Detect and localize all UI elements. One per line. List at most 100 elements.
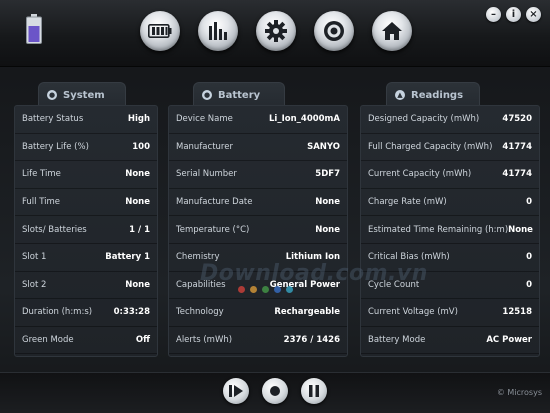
battery-row-label: Manufacturer	[176, 141, 233, 152]
system-row: Slot 1 Battery 1	[15, 244, 157, 272]
readings-row-value: 12518	[502, 307, 532, 318]
readings-row-label: Battery Mode	[368, 335, 426, 346]
app-window: – i × ● System Battery Status High Battery…	[0, 0, 550, 413]
readings-panel: Designed Capacity (mWh) 47520 Full Charged…	[360, 105, 540, 357]
battery-row: Technology Rechargeable	[169, 299, 347, 327]
system-row-label: Battery Status	[22, 114, 84, 125]
chart-nav-icon[interactable]	[198, 11, 238, 51]
info-button[interactable]: i	[506, 7, 521, 22]
system-row-value: Off	[135, 335, 150, 346]
watermark-dot	[286, 286, 293, 293]
info-glyph: i	[511, 8, 516, 20]
readings-row-label: Current Capacity (mWh)	[368, 169, 472, 180]
readings-row: Current Voltage (mV) 12518	[361, 299, 539, 327]
battery-row-label: Alerts (mWh)	[176, 335, 233, 346]
system-row: Battery Status High	[15, 106, 157, 134]
battery-row-value: SANYO	[307, 141, 340, 152]
system-row-label: Duration (h:m:s)	[22, 307, 93, 318]
system-row: Duration (h:m:s) 0:33:28	[15, 299, 157, 327]
readings-row-label: Charge Rate (mW)	[368, 197, 447, 208]
battery-row-label: Temperature (°C)	[176, 224, 250, 235]
battery-row-label: Device Name	[176, 114, 233, 125]
battery-row: Alerts (mWh) 2376 / 1426	[169, 327, 347, 355]
battery-row-value: 5DF7	[315, 169, 340, 180]
system-row: Battery Life (%) 100	[15, 134, 157, 162]
close-button[interactable]: ×	[526, 7, 541, 22]
system-row-label: Slot 1	[22, 252, 47, 263]
battery-row: Manufacture Date None	[169, 189, 347, 217]
watermark-dot	[262, 286, 269, 293]
system-row-label: Full Time	[22, 197, 61, 208]
readings-row: Full Charged Capacity (mWh) 41774	[361, 134, 539, 162]
readings-title: Readings	[411, 89, 464, 101]
watermark-dot	[274, 286, 281, 293]
battery-row-value: Li_Ion_4000mA	[269, 114, 340, 125]
tab-system[interactable]: ● System	[38, 82, 126, 107]
system-row: Green Mode Off	[15, 327, 157, 355]
readings-row-value: None	[508, 224, 533, 235]
play-resume-button[interactable]	[223, 378, 249, 404]
close-glyph: ×	[529, 8, 538, 20]
readings-row-value: 47520	[502, 114, 532, 125]
battery-row-label: Serial Number	[176, 169, 237, 180]
system-row-value: None	[125, 279, 150, 290]
battery-nav-icon[interactable]	[140, 11, 180, 51]
watermark-dots	[238, 286, 293, 293]
readings-row: Designed Capacity (mWh) 47520	[361, 106, 539, 134]
tab-battery[interactable]: ● Battery	[193, 82, 285, 107]
readings-row-value: 0	[526, 197, 532, 208]
readings-up-icon: ▲	[395, 90, 405, 100]
system-row-value: None	[125, 197, 150, 208]
system-icon: ●	[47, 90, 57, 100]
readings-row-value: 41774	[502, 169, 532, 180]
watermark: Download.com.vn	[200, 261, 428, 286]
readings-row: Charge Rate (mW) 0	[361, 189, 539, 217]
minimize-glyph: –	[491, 8, 496, 20]
system-row-value: 1 / 1	[129, 224, 150, 235]
battery-row: Temperature (°C) None	[169, 216, 347, 244]
system-row-label: Battery Life (%)	[22, 141, 89, 152]
readings-row-value: 0	[526, 279, 532, 290]
readings-row-value: 41774	[502, 141, 532, 152]
battery-title: Battery	[218, 89, 261, 101]
system-row-value: 0:33:28	[113, 307, 150, 318]
system-row-label: Green Mode	[22, 335, 74, 346]
readings-row-label: Current Voltage (mV)	[368, 307, 458, 318]
system-panel: Battery Status High Battery Life (%) 100 Lif…	[14, 105, 158, 357]
system-row-label: Slots/ Batteries	[22, 224, 87, 235]
minimize-button[interactable]: –	[486, 7, 501, 22]
stop-button[interactable]	[262, 378, 288, 404]
battery-row-label: Manufacture Date	[176, 197, 253, 208]
pause-button[interactable]	[301, 378, 327, 404]
system-row-value: High	[127, 114, 150, 125]
readings-row-value: 0	[526, 252, 532, 263]
settings-nav-icon[interactable]	[256, 11, 296, 51]
battery-tab-icon: ●	[202, 90, 212, 100]
copyright: © Microsys	[496, 388, 542, 397]
top-toolbar: – i ×	[0, 0, 550, 67]
battery-row: Serial Number 5DF7	[169, 161, 347, 189]
battery-row-value: None	[315, 197, 340, 208]
system-row-value: Battery 1	[105, 252, 150, 263]
system-row-label: Slot 2	[22, 279, 47, 290]
battery-row-label: Technology	[176, 307, 224, 318]
battery-row: Manufacturer SANYO	[169, 134, 347, 162]
system-row: Slot 2 None	[15, 272, 157, 300]
battery-row-value: 2376 / 1426	[283, 335, 340, 346]
watermark-dot	[250, 286, 257, 293]
watermark-dot	[238, 286, 245, 293]
system-row: Life Time None	[15, 161, 157, 189]
readings-row-value: AC Power	[486, 335, 532, 346]
tab-readings[interactable]: ▲ Readings	[386, 82, 480, 107]
home-nav-icon[interactable]	[372, 11, 412, 51]
readings-row: Current Capacity (mWh) 41774	[361, 161, 539, 189]
battery-row-value: None	[315, 224, 340, 235]
target-nav-icon[interactable]	[314, 11, 354, 51]
system-row-value: 100	[132, 141, 150, 152]
system-title: System	[63, 89, 105, 101]
battery-logo-icon	[26, 14, 42, 44]
readings-row: Estimated Time Remaining (h:m) None	[361, 216, 539, 244]
system-row: Full Time None	[15, 189, 157, 217]
readings-row-label: Estimated Time Remaining (h:m)	[368, 224, 509, 235]
readings-row-label: Full Charged Capacity (mWh)	[368, 141, 493, 152]
